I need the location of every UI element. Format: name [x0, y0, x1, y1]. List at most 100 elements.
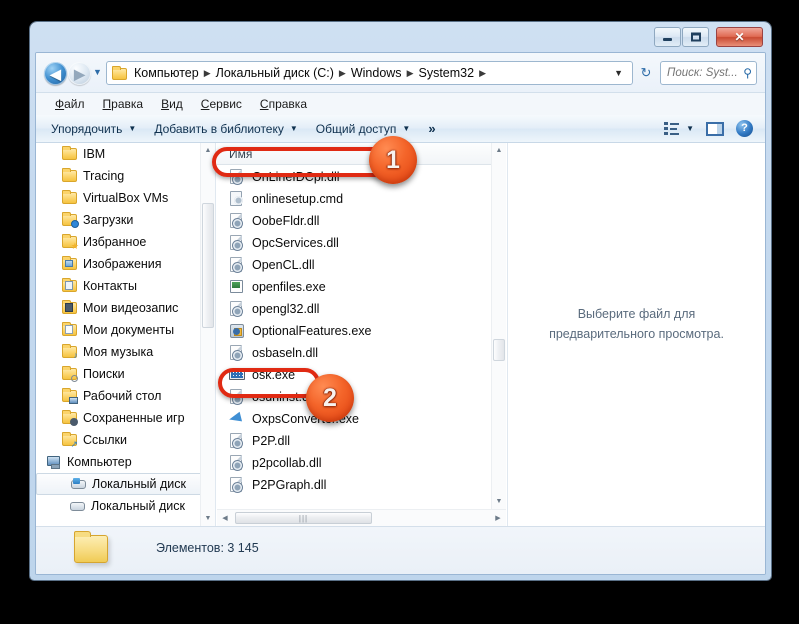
tree-item-7[interactable]: Мои видеозапис [36, 297, 215, 319]
tree-item-12[interactable]: Сохраненные игр [36, 407, 215, 429]
minimize-icon [663, 38, 672, 41]
nav-scroll-thumb[interactable] [202, 203, 214, 328]
preview-pane-button[interactable] [700, 119, 730, 139]
breadcrumb-item-0[interactable]: Компьютер [131, 64, 202, 82]
breadcrumb-item-1[interactable]: Локальный диск (C:) [213, 64, 337, 82]
tree-item-11[interactable]: Рабочий стол [36, 385, 215, 407]
menu-item-4[interactable]: Справка [251, 95, 316, 113]
file-name-label: OpenCL.dll [252, 258, 315, 272]
menu-item-0[interactable]: Файл [46, 95, 94, 113]
file-row-optionalfeatures-exe[interactable]: OptionalFeatures.exe [217, 320, 491, 342]
file-name-label: osbaseln.dll [252, 346, 319, 360]
window-client-area: ◀ ▶ ▼ Компьютер ▶ Локальный диск (C:) ▶ Wind… [35, 52, 766, 575]
tree-item-13[interactable]: ↗ Ссылки [36, 429, 215, 451]
recent-locations-button[interactable]: ▼ [93, 67, 102, 77]
maximize-icon [690, 32, 701, 42]
overflow-label: » [428, 121, 436, 136]
file-row-p2p-dll[interactable]: P2P.dll [217, 430, 491, 452]
change-view-button[interactable]: ▼ [658, 119, 700, 139]
forward-button[interactable]: ▶ [68, 62, 91, 85]
tree-item-4[interactable]: ★ Избранное [36, 231, 215, 253]
file-row-osuninst-dll[interactable]: osuninst.dll [217, 386, 491, 408]
address-bar[interactable]: Компьютер ▶ Локальный диск (C:) ▶ Windows ▶ Sy… [106, 61, 633, 85]
tree-item-2[interactable]: VirtualBox VMs [36, 187, 215, 209]
back-button[interactable]: ◀ [44, 62, 67, 85]
hscroll-thumb[interactable]: ||| [235, 512, 372, 524]
drive-icon [70, 499, 86, 513]
share-button[interactable]: Общий доступ ▼ [307, 119, 420, 139]
tree-item-6[interactable]: Контакты [36, 275, 215, 297]
column-header-row: Имя [217, 143, 491, 165]
dll-icon [229, 389, 245, 405]
file-name-label: OpcServices.dll [252, 236, 339, 250]
file-name-label: OxpsConverter.exe [252, 412, 359, 426]
tree-item-label: Мои видеозапис [83, 301, 179, 315]
dll-icon [229, 169, 245, 185]
organize-button[interactable]: Упорядочить ▼ [42, 119, 145, 139]
optional-features-icon [229, 323, 245, 339]
file-row-openfiles-exe[interactable]: openfiles.exe [217, 276, 491, 298]
file-row-p2pcollab-dll[interactable]: p2pcollab.dll [217, 452, 491, 474]
close-button[interactable]: ✕ [716, 27, 763, 47]
file-row-onlineidcpl-dll[interactable]: OnLineIDCpl.dll [217, 166, 491, 188]
file-row-opencl-dll[interactable]: OpenCL.dll [217, 254, 491, 276]
file-row-opengl32-dll[interactable]: opengl32.dll [217, 298, 491, 320]
column-header-name[interactable]: Имя [217, 147, 252, 161]
main-content: IBM Tracing VirtualBox VMs Загрузки ★ Избранн… [36, 143, 765, 526]
tree-item-label: Контакты [83, 279, 137, 293]
add-to-library-button[interactable]: Добавить в библиотеку ▼ [145, 119, 306, 139]
file-row-osbaseln-dll[interactable]: osbaseln.dll [217, 342, 491, 364]
nav-scroll-up-button[interactable]: ▲ [201, 143, 215, 158]
toolbar-overflow-button[interactable]: » [419, 118, 444, 139]
maximize-button[interactable] [682, 27, 709, 47]
folder-documents-icon [62, 322, 78, 337]
file-list-hscrollbar[interactable]: ◀ ||| ▶ [217, 509, 506, 526]
file-row-onlinesetup-cmd[interactable]: onlinesetup.cmd [217, 188, 491, 210]
tree-item-0[interactable]: IBM [36, 143, 215, 165]
file-scroll-up-button[interactable]: ▲ [492, 143, 506, 158]
nav-pane-scrollbar[interactable]: ▲ ▼ [200, 143, 215, 526]
file-row-osk-exe[interactable]: osk.exe [217, 364, 491, 386]
menu-item-1[interactable]: Правка [94, 95, 153, 113]
breadcrumb-item-2[interactable]: Windows [348, 64, 405, 82]
search-icon: ⚲ [743, 66, 752, 80]
file-name-label: P2PGraph.dll [252, 478, 327, 492]
menu-item-3[interactable]: Сервис [192, 95, 251, 113]
tree-item-8[interactable]: Мои документы [36, 319, 215, 341]
explorer-window: ✕ ◀ ▶ ▼ Компьютер ▶ Локальный диск (C:) ▶ Wi… [30, 22, 771, 580]
dll-icon [229, 213, 245, 229]
nav-scroll-down-button[interactable]: ▼ [201, 511, 215, 526]
dll-icon [229, 433, 245, 449]
file-row-opcservices-dll[interactable]: OpcServices.dll [217, 232, 491, 254]
file-scroll-thumb[interactable] [493, 339, 505, 361]
tree-item-15[interactable]: Локальный диск [36, 473, 213, 495]
tree-item-1[interactable]: Tracing [36, 165, 215, 187]
breadcrumb-item-3[interactable]: System32 [415, 64, 477, 82]
tree-item-3[interactable]: Загрузки [36, 209, 215, 231]
tree-item-10[interactable]: Поиски [36, 363, 215, 385]
folder-music-icon: ♪ [62, 344, 78, 360]
help-button[interactable]: ? [730, 117, 759, 140]
tree-item-5[interactable]: Изображения [36, 253, 215, 275]
file-scroll-down-button[interactable]: ▼ [492, 494, 506, 509]
file-list-scrollbar[interactable]: ▲ ▼ [491, 143, 506, 509]
search-box[interactable]: ⚲ [660, 61, 757, 85]
tree-item-16[interactable]: Локальный диск [36, 495, 215, 517]
menu-item-2[interactable]: Вид [152, 95, 192, 113]
tree-item-14[interactable]: Компьютер [36, 451, 215, 473]
title-bar: ✕ [30, 22, 771, 52]
folder-contacts-icon [62, 278, 78, 293]
file-name-label: osk.exe [252, 368, 296, 382]
file-name-label: OnLineIDCpl.dll [252, 170, 340, 184]
file-row-p2pgraph-dll[interactable]: P2PGraph.dll [217, 474, 491, 496]
refresh-button[interactable]: ↻ [635, 61, 657, 85]
search-input[interactable] [665, 66, 742, 80]
hscroll-left-button[interactable]: ◀ [217, 510, 233, 526]
tree-item-9[interactable]: ♪ Моя музыка [36, 341, 215, 363]
file-row-oobefldr-dll[interactable]: OobeFldr.dll [217, 210, 491, 232]
minimize-button[interactable] [654, 27, 681, 47]
hscroll-right-button[interactable]: ▶ [490, 510, 506, 526]
chevron-down-icon[interactable]: ▼ [607, 68, 630, 78]
folder-icon [62, 146, 78, 161]
file-row-oxpsconverter-exe[interactable]: OxpsConverter.exe [217, 408, 491, 430]
